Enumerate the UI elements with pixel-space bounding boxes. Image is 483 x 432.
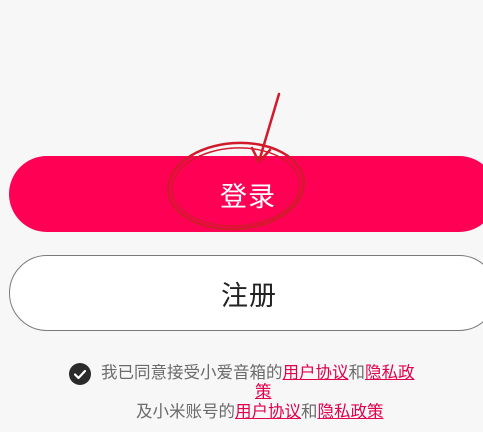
agreement-prefix-2: 及小米账号的 (136, 402, 235, 421)
annotation-arrow-shaft (258, 92, 281, 160)
register-button-label: 注册 (221, 280, 277, 312)
agreement-and: 和 (348, 363, 366, 382)
check-circle-icon (73, 369, 87, 380)
user-agreement-link[interactable]: 用户协议 (283, 363, 349, 382)
mi-privacy-policy-link[interactable]: 隐私政策 (318, 402, 384, 421)
agreement-line-2: 策 (255, 381, 272, 403)
login-button-label: 登录 (220, 181, 276, 213)
agreement-and-2: 和 (301, 402, 318, 421)
agreement-line-3: 及小米账号的用户协议和隐私政策 (136, 401, 384, 423)
agreement-section: 我已同意接受小爱音箱的用户协议和隐私政 策 及小米账号的用户协议和隐私政策 (0, 358, 483, 432)
login-button[interactable]: 登录 (9, 156, 483, 232)
mi-user-agreement-link[interactable]: 用户协议 (235, 402, 301, 421)
register-button[interactable]: 注册 (9, 255, 483, 331)
privacy-policy-link[interactable]: 隐私政 (365, 363, 415, 382)
privacy-policy-link-wrap[interactable]: 策 (255, 382, 272, 401)
agreement-prefix: 我已同意接受小爱音箱的 (101, 363, 283, 382)
agree-checkbox[interactable] (69, 363, 91, 385)
